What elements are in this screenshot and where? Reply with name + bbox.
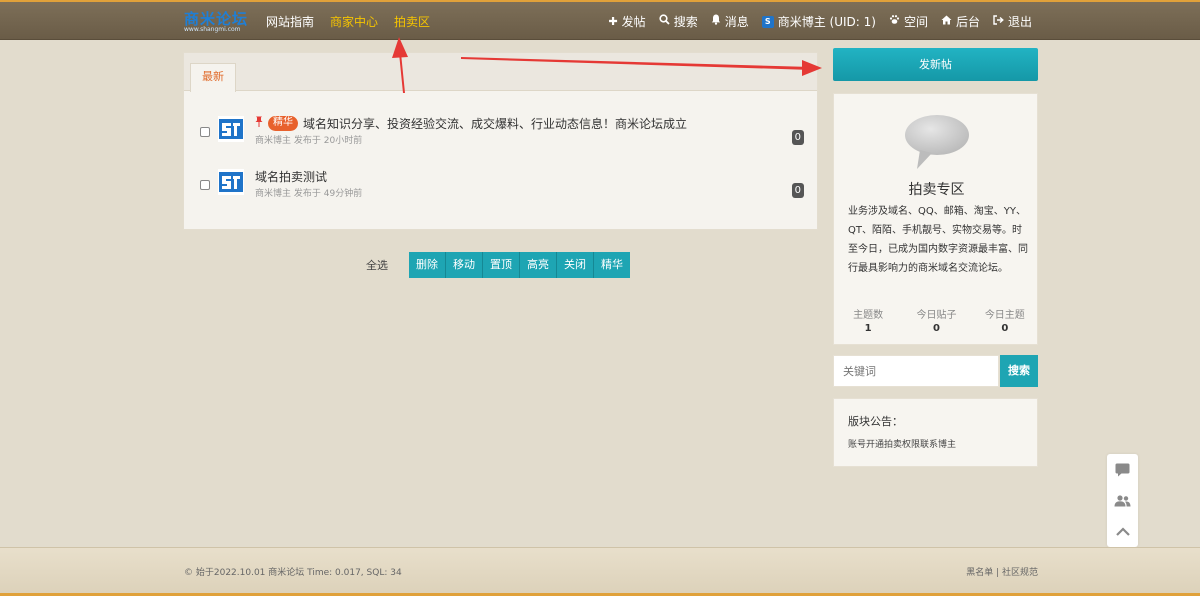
pin-top-button[interactable]: 置顶 [483,252,520,278]
top-navbar: 商米论坛 www.shangmi.com 网站指南 商家中心 拍卖区 ✚ 发帖 … [0,0,1200,40]
nav-user-link[interactable]: S 商米博主 (UID: 1) [761,14,876,30]
nav-admin-label: 后台 [955,15,980,29]
nav-search-label: 搜索 [673,15,698,29]
nav-search-link[interactable]: 搜索 [659,14,698,30]
users-icon[interactable] [1107,485,1138,516]
thread-list-panel: 最新 精华 域名知识分享、投资经验交流、成交爆料、行业动态信息！商米论坛成立 商… [183,52,818,230]
forum-info-card: 拍卖专区 业务涉及域名、QQ、邮箱、淘宝、YY、QT、陌陌、手机靓号、实物交易等… [833,93,1038,345]
nav-auction[interactable]: 拍卖区 [394,14,430,30]
nav-space-label: 空间 [903,15,928,29]
bell-icon [711,14,721,30]
thread-title-line: 精华 域名知识分享、投资经验交流、成交爆料、行业动态信息！商米论坛成立 [255,114,687,132]
nav-messages-link[interactable]: 消息 [711,14,749,30]
site-logo[interactable]: 商米论坛 www.shangmi.com [184,11,250,33]
nav-post-label: 发帖 [621,15,646,29]
stat-value: 0 [933,323,940,334]
thread-title[interactable]: 域名知识分享、投资经验交流、成交爆料、行业动态信息！商米论坛成立 [303,115,687,132]
logout-icon [993,14,1004,30]
moderation-actions: 全选 删除 移动 置顶 高亮 关闭 精华 [366,252,630,278]
forum-notice-card: 版块公告： 账号开通拍卖权限联系博主 [833,398,1038,467]
nav-user-label: 商米博主 (UID: 1) [777,15,876,29]
forum-description: 业务涉及域名、QQ、邮箱、淘宝、YY、QT、陌陌、手机靓号、实物交易等。时至今日… [848,206,1028,274]
thread-title-line: 域名拍卖测试 [255,167,327,185]
pin-icon [255,116,263,130]
footer-links[interactable]: 黑名单 | 社区规范 [966,565,1038,578]
logo-text: 商米论坛 [184,10,249,28]
keyword-search-input[interactable] [833,355,999,387]
home-icon [941,14,952,30]
nav-right: ✚ 发帖 搜索 消息 S 商米博主 (UID: 1) 空间 后台 退出 [608,14,1032,30]
nav-left: 网站指南 商家中心 拍卖区 [266,14,430,30]
select-all[interactable]: 全选 [366,257,388,273]
reply-count: 0 [791,183,804,198]
paw-icon [889,14,900,30]
thread-row[interactable]: 域名拍卖测试 商米博主 发布于 49分钟前 0 [198,167,804,207]
stat-threads: 主题数 1 [838,309,898,335]
forum-name: 拍卖专区 [908,182,965,198]
stat-today-threads: 今日主题 0 [975,309,1035,335]
plus-icon: ✚ [608,15,618,28]
search-icon [659,14,670,30]
featured-badge: 精华 [268,115,298,131]
user-logo-icon: S [761,16,774,28]
avatar[interactable] [218,169,244,195]
thread-row[interactable]: 精华 域名知识分享、投资经验交流、成交爆料、行业动态信息！商米论坛成立 商米博主… [198,114,804,154]
logo-subtext: www.shangmi.com [184,26,241,33]
footer-copyright: © 始于2022.10.01 商米论坛 Time: 0.017, SQL: 34 [184,568,402,578]
stat-label: 今日主题 [984,310,1025,321]
footer: © 始于2022.10.01 商米论坛 Time: 0.017, SQL: 34… [0,547,1200,596]
close-button[interactable]: 关闭 [557,252,594,278]
nav-admin-link[interactable]: 后台 [941,14,980,30]
notice-title: 版块公告： [848,415,903,428]
floating-toolbar [1107,454,1138,547]
thread-author[interactable]: 商米博主 [255,189,291,199]
stat-label: 主题数 [853,310,884,321]
tab-strip: 最新 [184,53,817,92]
stat-value: 0 [1001,323,1009,334]
chevron-up-icon[interactable] [1107,516,1138,547]
thread-time: 发布于 20小时前 [293,136,363,146]
nav-messages-label: 消息 [724,15,749,29]
avatar[interactable] [218,116,244,142]
reply-count: 0 [791,130,804,145]
stat-label: 今日贴子 [916,310,957,321]
move-button[interactable]: 移动 [446,252,483,278]
thread-title[interactable]: 域名拍卖测试 [255,168,327,185]
nav-merchant-center[interactable]: 商家中心 [330,14,378,30]
nav-logout-link[interactable]: 退出 [993,14,1032,30]
action-button-group: 删除 移动 置顶 高亮 关闭 精华 [409,252,630,278]
nav-space-link[interactable]: 空间 [889,14,928,30]
thread-meta: 商米博主 发布于 20小时前 [255,133,362,146]
sidebar-search: 搜索 [833,355,1038,387]
nav-guide[interactable]: 网站指南 [266,14,314,30]
notice-text: 账号开通拍卖权限联系博主 [848,440,957,450]
comment-icon[interactable] [1107,454,1138,485]
highlight-button[interactable]: 高亮 [520,252,557,278]
feature-button[interactable]: 精华 [594,252,630,278]
thread-checkbox[interactable] [200,180,210,190]
tab-latest[interactable]: 最新 [190,63,236,92]
new-thread-button[interactable]: 发新帖 [833,48,1038,81]
speech-bubble-icon [905,115,969,169]
nav-logout-label: 退出 [1007,15,1032,29]
thread-meta: 商米博主 发布于 49分钟前 [255,186,362,199]
delete-button[interactable]: 删除 [409,252,446,278]
stat-value: 1 [864,323,872,334]
thread-time: 发布于 49分钟前 [293,189,363,199]
search-button[interactable]: 搜索 [1000,355,1038,387]
stat-today-posts: 今日贴子 0 [906,309,966,335]
nav-post-link[interactable]: ✚ 发帖 [608,14,645,30]
forum-stats: 主题数 1 今日贴子 0 今日主题 0 [834,309,1039,335]
thread-checkbox[interactable] [200,127,210,137]
thread-author[interactable]: 商米博主 [255,136,291,146]
